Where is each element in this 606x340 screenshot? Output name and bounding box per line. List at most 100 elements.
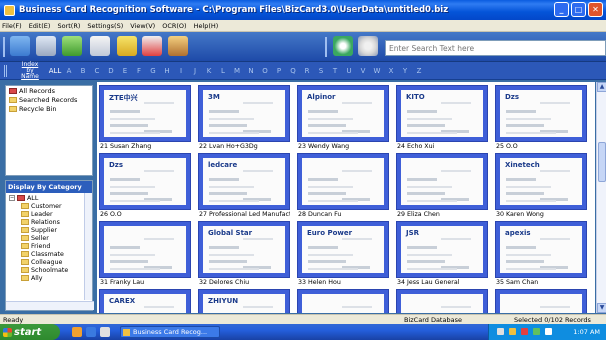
business-card[interactable]: ZTE中兴 21 Susan Zhang [99, 85, 191, 151]
category-item-schoolmate[interactable]: Schoolmate [6, 266, 92, 274]
maximize-button[interactable]: □ [571, 2, 586, 17]
business-card[interactable]: Euro Power 33 Helen Hou [297, 221, 389, 287]
search-input[interactable] [385, 40, 606, 56]
card-thumbnail[interactable] [99, 221, 191, 278]
desktop-icon[interactable] [100, 327, 110, 337]
collapse-icon[interactable]: − [9, 195, 15, 201]
index-letter-z[interactable]: Z [412, 67, 426, 75]
business-card[interactable]: apexis 35 Sam Chan [495, 221, 587, 287]
category-item-customer[interactable]: Customer [6, 202, 92, 210]
category-scrollbar[interactable] [84, 193, 92, 300]
index-letter-w[interactable]: W [370, 67, 384, 75]
menu-view[interactable]: View(V) [130, 22, 155, 30]
index-letter-j[interactable]: J [188, 67, 202, 75]
category-item-relations[interactable]: Relations [6, 218, 92, 226]
index-letter-a[interactable]: A [62, 67, 76, 75]
business-card[interactable]: CAREX [99, 289, 191, 313]
business-card[interactable]: KITO 24 Echo Xui [396, 85, 488, 151]
index-letter-f[interactable]: F [132, 67, 146, 75]
index-letter-u[interactable]: U [342, 67, 356, 75]
business-card[interactable]: 3M 22 Lvan Ho+G3Dg [198, 85, 290, 151]
quicklaunch-icon[interactable] [72, 327, 82, 337]
card-thumbnail[interactable]: ZTE中兴 [99, 85, 191, 142]
category-all[interactable]: − ALL [6, 194, 92, 202]
add-user-icon[interactable] [62, 36, 82, 56]
category-item-supplier[interactable]: Supplier [6, 226, 92, 234]
menu-edit[interactable]: Edit(E) [29, 22, 51, 30]
card-thumbnail[interactable]: Alpinor [297, 85, 389, 142]
category-item-leader[interactable]: Leader [6, 210, 92, 218]
network-icon[interactable] [497, 328, 504, 335]
scroll-down-icon[interactable]: ▼ [597, 303, 606, 313]
index-letter-x[interactable]: X [384, 67, 398, 75]
card-thumbnail[interactable]: JSR [396, 221, 488, 278]
category-item-ally[interactable]: Ally [6, 274, 92, 282]
delete-icon[interactable] [142, 36, 162, 56]
settings-icon[interactable] [358, 36, 378, 56]
business-card[interactable]: 29 Eliza Chen [396, 153, 488, 219]
index-letter-o[interactable]: O [258, 67, 272, 75]
minimize-button[interactable]: _ [554, 2, 569, 17]
recognize-icon[interactable] [333, 36, 353, 56]
menu-file[interactable]: File(F) [2, 22, 22, 30]
card-grid-scrollbar[interactable]: ▲ ▼ [596, 82, 606, 313]
browser-icon[interactable] [86, 327, 96, 337]
index-letter-v[interactable]: V [356, 67, 370, 75]
import-icon[interactable] [90, 36, 110, 56]
card-thumbnail[interactable] [297, 289, 389, 313]
category-item-colleague[interactable]: Colleague [6, 258, 92, 266]
business-card[interactable]: ZHIYUN [198, 289, 290, 313]
alert-icon[interactable] [521, 328, 528, 335]
camera-icon[interactable] [36, 36, 56, 56]
searched-records-item[interactable]: Searched Records [6, 95, 92, 104]
menu-ocr[interactable]: OCR(O) [162, 22, 186, 30]
index-letter-p[interactable]: P [272, 67, 286, 75]
index-letter-all[interactable]: ALL [48, 67, 62, 75]
business-card[interactable]: JSR 34 Jess Lau General [396, 221, 488, 287]
security-icon[interactable] [509, 328, 516, 335]
taskbar-app-button[interactable]: Business Card Recog... [120, 326, 220, 338]
card-thumbnail[interactable]: 3M [198, 85, 290, 142]
business-card[interactable] [297, 289, 389, 313]
start-button[interactable]: start [0, 324, 60, 340]
index-letter-k[interactable]: K [202, 67, 216, 75]
index-by-name-label[interactable]: Index by Name [20, 61, 40, 80]
all-records-item[interactable]: All Records [6, 86, 92, 95]
card-thumbnail[interactable] [396, 289, 488, 313]
business-card[interactable]: Alpinor 23 Wendy Wang [297, 85, 389, 151]
business-card[interactable]: 31 Franky Lau [99, 221, 191, 287]
business-card[interactable] [396, 289, 488, 313]
scrollbar-thumb[interactable] [598, 142, 606, 182]
card-thumbnail[interactable] [297, 153, 389, 210]
menu-help[interactable]: Help(H) [194, 22, 219, 30]
close-button[interactable]: ✕ [588, 2, 603, 17]
category-item-friend[interactable]: Friend [6, 242, 92, 250]
card-thumbnail[interactable]: KITO [396, 85, 488, 142]
category-hscrollbar[interactable] [6, 301, 94, 310]
index-letter-y[interactable]: Y [398, 67, 412, 75]
recycle-bin-item[interactable]: Recycle Bin [6, 104, 92, 113]
business-card[interactable]: Xinetech 30 Karen Wong [495, 153, 587, 219]
business-card[interactable]: 28 Duncan Fu [297, 153, 389, 219]
category-item-seller[interactable]: Seller [6, 234, 92, 242]
card-thumbnail[interactable] [396, 153, 488, 210]
scan-icon[interactable] [10, 36, 30, 56]
index-letter-d[interactable]: D [104, 67, 118, 75]
card-thumbnail[interactable]: Xinetech [495, 153, 587, 210]
index-letter-r[interactable]: R [300, 67, 314, 75]
index-letter-l[interactable]: L [216, 67, 230, 75]
index-letter-h[interactable]: H [160, 67, 174, 75]
category-item-classmate[interactable]: Classmate [6, 250, 92, 258]
menu-sort[interactable]: Sort(R) [57, 22, 80, 30]
scroll-up-icon[interactable]: ▲ [597, 82, 606, 92]
index-letter-t[interactable]: T [328, 67, 342, 75]
index-letter-i[interactable]: I [174, 67, 188, 75]
index-letter-n[interactable]: N [244, 67, 258, 75]
group-icon[interactable] [168, 36, 188, 56]
business-card[interactable]: Dzs 25 O.O [495, 85, 587, 151]
index-letter-q[interactable]: Q [286, 67, 300, 75]
card-thumbnail[interactable]: ZHIYUN [198, 289, 290, 313]
card-thumbnail[interactable]: apexis [495, 221, 587, 278]
volume-icon[interactable] [545, 328, 552, 335]
index-letter-g[interactable]: G [146, 67, 160, 75]
